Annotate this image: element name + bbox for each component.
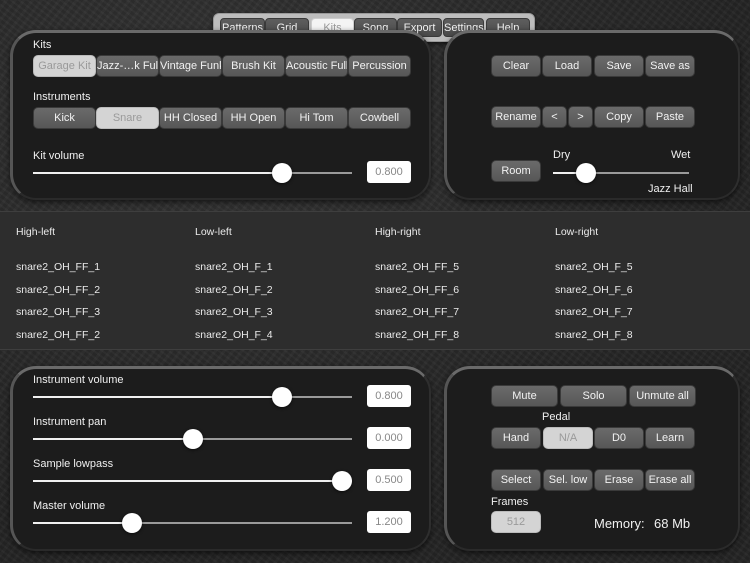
sample-cell[interactable]: snare2_OH_FF_5 [375, 261, 459, 273]
kit-button-garage-kit[interactable]: Garage Kit [33, 55, 96, 77]
kit-volume-value[interactable]: 0.800 [367, 161, 411, 183]
mute-button[interactable]: Mute [491, 385, 558, 407]
sample-lowpass-slider[interactable] [33, 471, 353, 491]
sample-cell[interactable]: snare2_OH_FF_3 [16, 306, 100, 318]
paste-button[interactable]: Paste [645, 106, 695, 128]
instrument-button-cowbell[interactable]: Cowbell [348, 107, 411, 129]
master-volume-label: Master volume [33, 500, 106, 512]
master-volume-value[interactable]: 1.200 [367, 511, 411, 533]
pedal-hand-button[interactable]: Hand [491, 427, 541, 449]
instrument-pan-slider-fill [33, 438, 193, 440]
instrument-volume-label: Instrument volume [33, 374, 124, 386]
sample-cell[interactable]: snare2_OH_F_4 [195, 329, 273, 341]
column-header-high-left: High-left [16, 226, 56, 238]
instrument-pan-label: Instrument pan [33, 416, 107, 428]
instrument-button-hh-open[interactable]: HH Open [222, 107, 285, 129]
instrument-pan-slider[interactable] [33, 429, 352, 449]
frames-field[interactable]: 512 [491, 511, 541, 533]
sample-cell[interactable]: snare2_OH_F_7 [555, 306, 633, 318]
frames-label: Frames [491, 496, 529, 508]
unmute-all-button[interactable]: Unmute all [629, 385, 696, 407]
erase-all-button[interactable]: Erase all [645, 469, 695, 491]
kit-button-acoustic-full[interactable]: Acoustic Full [285, 55, 348, 77]
samples-table: High-left snare2_OH_FF_1 snare2_OH_FF_2 sna… [0, 211, 750, 350]
rename-button[interactable]: Rename [491, 106, 541, 128]
instrument-volume-slider-fill [33, 396, 282, 398]
sample-cell[interactable]: snare2_OH_FF_1 [16, 261, 100, 273]
select-button[interactable]: Select [491, 469, 541, 491]
sample-lowpass-value[interactable]: 0.500 [367, 469, 411, 491]
sel-low-button[interactable]: Sel. low [543, 469, 593, 491]
kit-volume-label: Kit volume [33, 150, 85, 162]
pedal-label: Pedal [542, 411, 571, 423]
save-as-button[interactable]: Save as [645, 55, 695, 77]
instruments-label: Instruments [33, 91, 91, 103]
room-name: Jazz Hall [648, 183, 693, 195]
sample-cell[interactable]: snare2_OH_F_1 [195, 261, 273, 273]
kits-label: Kits [33, 39, 52, 51]
column-header-high-right: High-right [375, 226, 421, 238]
save-button[interactable]: Save [594, 55, 644, 77]
kit-button-jazz-k-full[interactable]: Jazz-…k Full [96, 55, 159, 77]
instrument-volume-thumb[interactable] [271, 387, 292, 407]
sample-cell[interactable]: snare2_OH_FF_2 [16, 284, 100, 296]
sample-lowpass-slider-fill [33, 480, 343, 482]
instrument-volume-slider[interactable] [33, 387, 352, 407]
next-button[interactable]: > [568, 106, 593, 128]
sample-cell[interactable]: snare2_OH_F_6 [555, 284, 633, 296]
room-mix-thumb[interactable] [575, 163, 596, 183]
pedal-learn-button[interactable]: Learn [645, 427, 695, 449]
kit-volume-slider[interactable] [33, 163, 352, 183]
kit-button-percussion[interactable]: Percussion [348, 55, 411, 77]
instrument-pan-thumb[interactable] [182, 429, 203, 449]
solo-button[interactable]: Solo [560, 385, 627, 407]
sample-cell[interactable]: snare2_OH_FF_8 [375, 329, 459, 341]
memory-label: Memory: [594, 516, 645, 531]
master-volume-slider-fill [33, 522, 132, 524]
kit-volume-thumb[interactable] [271, 163, 292, 183]
master-volume-slider[interactable] [33, 513, 352, 533]
instrument-button-snare[interactable]: Snare [96, 107, 159, 129]
room-button[interactable]: Room [491, 160, 541, 182]
instrument-volume-value[interactable]: 0.800 [367, 385, 411, 407]
instrument-button-kick[interactable]: Kick [33, 107, 96, 129]
column-header-low-left: Low-left [195, 226, 232, 238]
previous-button[interactable]: < [542, 106, 567, 128]
pedal-d0-button[interactable]: D0 [594, 427, 644, 449]
dry-label: Dry [553, 149, 571, 161]
kit-button-vintage-funk[interactable]: Vintage Funk [159, 55, 222, 77]
sample-cell[interactable]: snare2_OH_FF_2 [16, 329, 100, 341]
sample-lowpass-label: Sample lowpass [33, 458, 114, 470]
room-mix-slider[interactable] [553, 163, 689, 183]
kit-button-brush-kit[interactable]: Brush Kit [222, 55, 285, 77]
clear-button[interactable]: Clear [491, 55, 541, 77]
sample-cell[interactable]: snare2_OH_F_5 [555, 261, 633, 273]
master-volume-thumb[interactable] [121, 513, 142, 533]
sample-cell[interactable]: snare2_OH_F_2 [195, 284, 273, 296]
sample-cell[interactable]: snare2_OH_FF_7 [375, 306, 459, 318]
instrument-pan-value[interactable]: 0.000 [367, 427, 411, 449]
column-header-low-right: Low-right [555, 226, 599, 238]
wet-label: Wet [671, 149, 691, 161]
instrument-button-hh-closed[interactable]: HH Closed [159, 107, 222, 129]
sample-cell[interactable]: snare2_OH_F_3 [195, 306, 273, 318]
erase-button[interactable]: Erase [594, 469, 644, 491]
sample-cell[interactable]: snare2_OH_F_8 [555, 329, 633, 341]
instrument-button-hi-tom[interactable]: Hi Tom [285, 107, 348, 129]
copy-button[interactable]: Copy [594, 106, 644, 128]
sample-cell[interactable]: snare2_OH_FF_6 [375, 284, 459, 296]
load-button[interactable]: Load [542, 55, 592, 77]
memory-value: 68 Mb [654, 516, 691, 531]
pedal-n-a-button[interactable]: N/A [543, 427, 593, 449]
